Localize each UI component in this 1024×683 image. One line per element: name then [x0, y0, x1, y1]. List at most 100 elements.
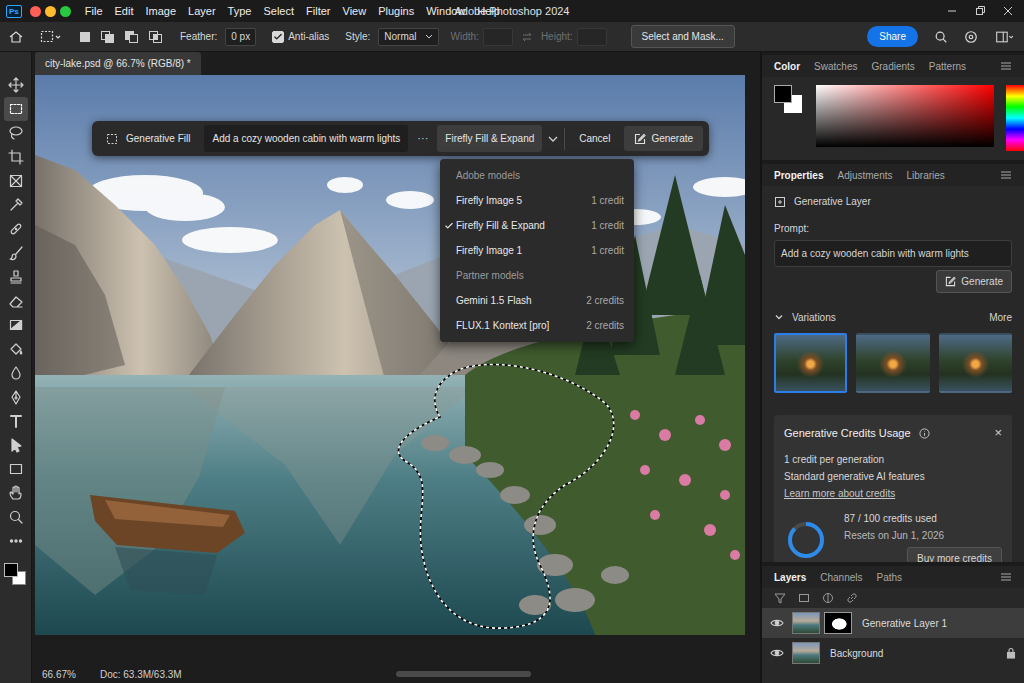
visibility-toggle[interactable]: [770, 648, 786, 658]
learn-more-link[interactable]: Learn more about credits: [784, 488, 895, 499]
panel-menu-icon[interactable]: [1000, 572, 1012, 582]
panel-menu-icon[interactable]: [1000, 61, 1012, 71]
menu-item[interactable]: Plugins: [372, 3, 420, 20]
hue-slider[interactable]: [1006, 85, 1024, 151]
width-field[interactable]: Width:: [451, 28, 513, 46]
layer-row[interactable]: Generative Layer 1: [762, 608, 1024, 638]
model-option[interactable]: Gemini 1.5 Flash2 credits: [440, 288, 634, 313]
style-select[interactable]: Normal: [378, 28, 438, 46]
workspace-icon[interactable]: [994, 30, 1016, 44]
gradient-tool[interactable]: [4, 313, 28, 337]
panel-tab[interactable]: Channels: [820, 570, 862, 585]
healing-tool[interactable]: [4, 217, 28, 241]
buy-credits-button[interactable]: Buy more credits: [907, 547, 1002, 563]
restore-icon[interactable]: [974, 5, 986, 17]
chevron-down-icon[interactable]: [548, 135, 558, 143]
variation-thumbnail[interactable]: [939, 333, 1012, 393]
menu-item[interactable]: Filter: [300, 3, 336, 20]
pen-tool[interactable]: [4, 385, 28, 409]
model-select[interactable]: Firefly Fill & Expand: [437, 125, 542, 152]
menu-item[interactable]: Select: [257, 3, 300, 20]
more-options-button[interactable]: ···: [414, 130, 431, 147]
info-icon[interactable]: [919, 428, 930, 439]
home-icon[interactable]: [8, 29, 24, 45]
close-window-button[interactable]: [30, 6, 41, 17]
minimize-icon[interactable]: [946, 5, 958, 17]
minimize-window-button[interactable]: [45, 6, 56, 17]
color-field[interactable]: [816, 85, 994, 147]
path-selection-tool[interactable]: [4, 433, 28, 457]
foreground-background-swatch[interactable]: [774, 85, 804, 115]
link-icon[interactable]: [846, 592, 858, 604]
lock-toggle[interactable]: [1006, 647, 1016, 659]
rectangle-tool[interactable]: [4, 457, 28, 481]
menu-item[interactable]: View: [337, 3, 373, 20]
subtract-selection-icon[interactable]: [124, 30, 140, 44]
layer-row[interactable]: Background: [762, 638, 1024, 668]
horizontal-scrollbar[interactable]: [396, 671, 531, 677]
swap-icon[interactable]: [521, 31, 533, 43]
menu-item[interactable]: Type: [222, 3, 258, 20]
color-swatches[interactable]: [4, 563, 28, 587]
generative-fill-button[interactable]: Generative Fill: [98, 127, 198, 150]
canvas[interactable]: Generative Fill Add a cozy wooden cabin …: [35, 75, 745, 635]
marquee-preset-icon[interactable]: [40, 29, 62, 45]
prompt-field[interactable]: Add a cozy wooden cabin with warm lights: [204, 125, 408, 152]
move-tool[interactable]: [4, 73, 28, 97]
anti-alias-checkbox[interactable]: Anti-alias: [272, 29, 329, 44]
lasso-tool[interactable]: [4, 121, 28, 145]
image-filter-icon[interactable]: [798, 592, 810, 604]
discover-icon[interactable]: [964, 30, 978, 44]
type-tool[interactable]: [4, 409, 28, 433]
panel-tab[interactable]: Patterns: [929, 59, 966, 74]
search-icon[interactable]: [934, 30, 948, 44]
zoom-window-button[interactable]: [60, 6, 71, 17]
model-option[interactable]: Firefly Image 11 credit: [440, 238, 634, 263]
anti-alias-box[interactable]: [272, 31, 284, 43]
visibility-toggle[interactable]: [770, 618, 786, 628]
panel-tab[interactable]: Layers: [774, 570, 806, 585]
panel-tab[interactable]: Paths: [877, 570, 903, 585]
blur-tool[interactable]: [4, 361, 28, 385]
variation-thumbnail[interactable]: [856, 333, 929, 393]
panel-tab[interactable]: Libraries: [907, 168, 945, 183]
model-option[interactable]: Firefly Image 51 credit: [440, 188, 634, 213]
model-option[interactable]: FLUX.1 Kontext [pro]2 credits: [440, 313, 634, 338]
filter-icon[interactable]: [774, 592, 786, 604]
panel-tab[interactable]: Gradients: [871, 59, 914, 74]
model-option[interactable]: Firefly Fill & Expand1 credit: [440, 213, 634, 238]
chevron-icon[interactable]: [774, 312, 784, 322]
zoom-level[interactable]: 66.67%: [42, 667, 76, 682]
height-field[interactable]: Height:: [541, 28, 607, 46]
panel-tab[interactable]: Color: [774, 59, 800, 74]
close-icon[interactable]: [1002, 5, 1014, 17]
new-selection-icon[interactable]: [78, 30, 92, 44]
generate-button[interactable]: Generate: [624, 126, 703, 151]
menu-item[interactable]: Image: [140, 3, 183, 20]
panel-tab[interactable]: Adjustments: [837, 168, 892, 183]
intersect-selection-icon[interactable]: [148, 30, 164, 44]
document-tab[interactable]: city-lake.psd @ 66.7% (RGB/8) *: [35, 52, 201, 75]
zoom-tool[interactable]: [4, 505, 28, 529]
generate-button[interactable]: Generate: [936, 270, 1012, 293]
more-tools-button[interactable]: [4, 529, 28, 553]
panel-tab[interactable]: Properties: [774, 168, 823, 183]
menu-item[interactable]: Edit: [109, 3, 140, 20]
brush-tool[interactable]: [4, 241, 28, 265]
paint-bucket-tool[interactable]: [4, 337, 28, 361]
frame-tool[interactable]: [4, 169, 28, 193]
close-button[interactable]: ×: [994, 427, 1002, 439]
feather-field[interactable]: 0 px: [225, 28, 256, 46]
hand-tool[interactable]: [4, 481, 28, 505]
cancel-button[interactable]: Cancel: [571, 127, 618, 150]
eraser-tool[interactable]: [4, 289, 28, 313]
add-selection-icon[interactable]: [100, 30, 116, 44]
prompt-textarea[interactable]: Add a cozy wooden cabin with warm lights: [774, 240, 1012, 267]
adjustment-filter-icon[interactable]: [822, 592, 834, 604]
menu-item[interactable]: Layer: [182, 3, 222, 20]
stamp-tool[interactable]: [4, 265, 28, 289]
share-button[interactable]: Share: [867, 26, 918, 47]
crop-tool[interactable]: [4, 145, 28, 169]
menu-item[interactable]: File: [79, 3, 109, 20]
more-link[interactable]: More: [989, 310, 1012, 325]
